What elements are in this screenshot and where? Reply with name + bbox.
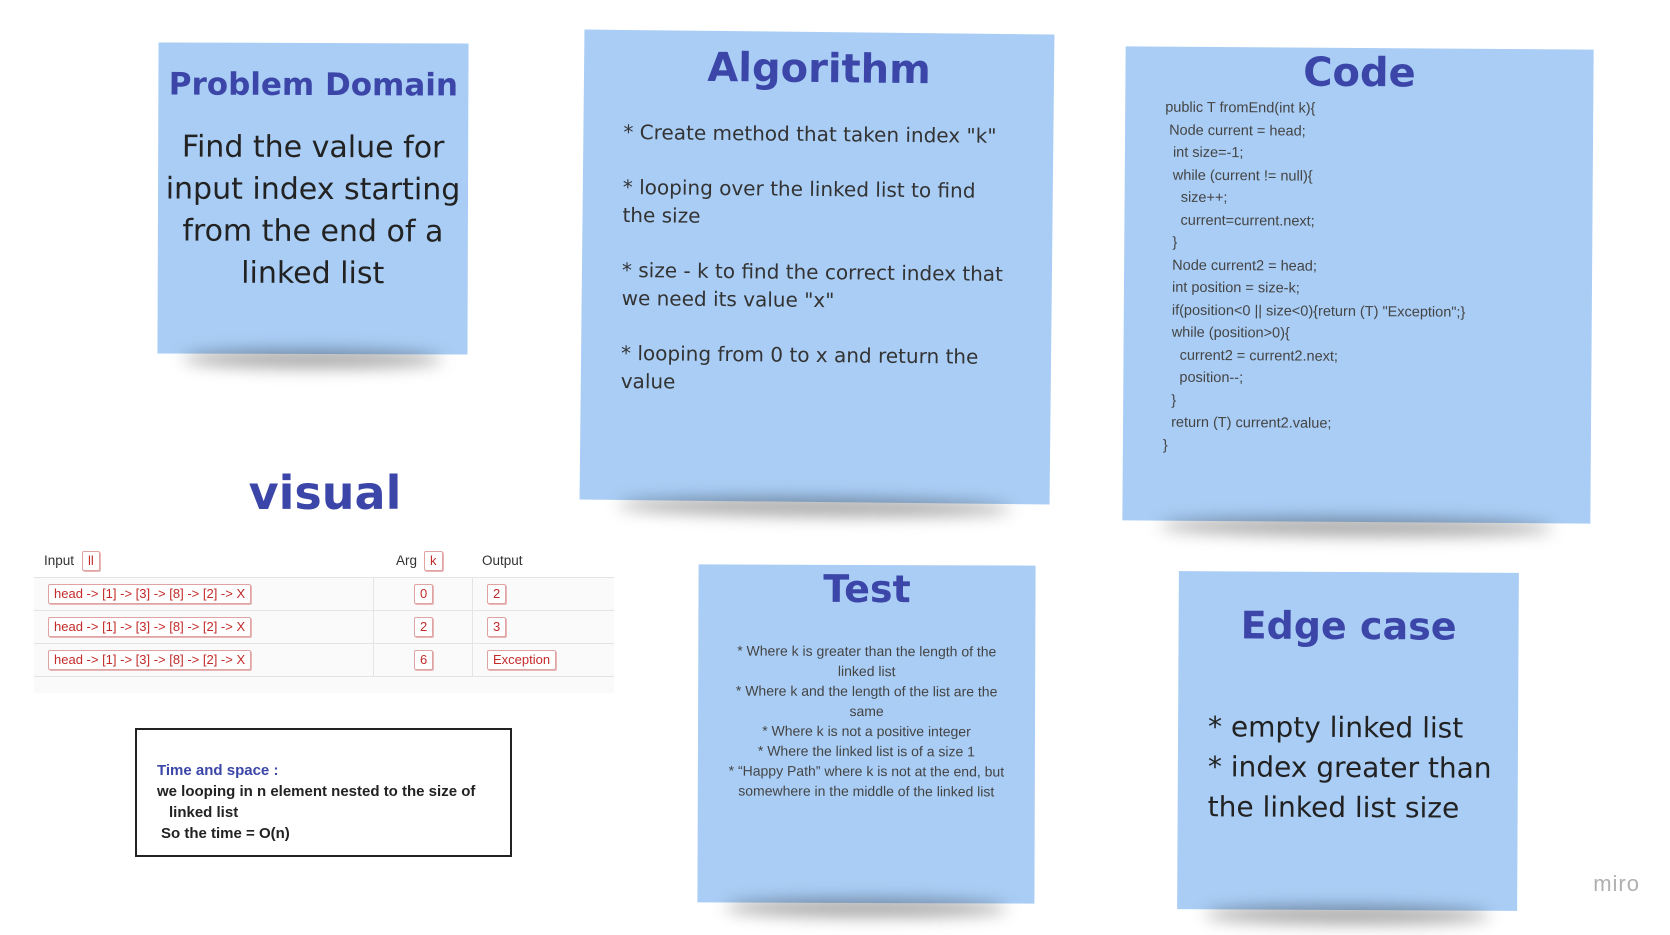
sticky-note-code[interactable]: Code public T fromEnd(int k){ Node curre… — [1122, 46, 1594, 524]
sticky-note-edge-case[interactable]: Edge case * empty linked list * index gr… — [1177, 571, 1519, 911]
row-input: head -> [1] -> [3] -> [8] -> [2] -> X — [48, 584, 252, 604]
row-arg: 2 — [414, 617, 434, 637]
problem-title: Problem Domain — [168, 66, 459, 104]
row-output: Exception — [487, 650, 557, 670]
algorithm-step: * size - k to find the correct index tha… — [621, 257, 1004, 313]
algorithm-title: Algorithm — [707, 44, 932, 94]
edge-item: * index greater than the linked list siz… — [1207, 750, 1492, 825]
visual-table[interactable]: Input ll Arg k Output head -> [1] -> [3]… — [34, 545, 614, 693]
row-arg: 0 — [414, 584, 434, 604]
header-input-label: Input — [44, 553, 75, 568]
row-output: 2 — [487, 584, 507, 604]
visual-title[interactable]: visual — [200, 466, 450, 520]
table-row[interactable]: head -> [1] -> [3] -> [8] -> [2] -> X 0 … — [34, 578, 614, 611]
test-case: * Where k is greater than the length of … — [737, 642, 997, 680]
row-arg: 6 — [414, 650, 434, 670]
test-case: * Where k and the length of the list are… — [735, 682, 998, 720]
algorithm-step: * looping over the linked list to find t… — [622, 174, 976, 228]
row-input: head -> [1] -> [3] -> [8] -> [2] -> X — [48, 617, 252, 637]
sticky-note-problem-domain[interactable]: Problem Domain Find the value for input … — [157, 42, 469, 355]
header-input-tag: ll — [82, 551, 100, 571]
header-output-label: Output — [482, 553, 523, 568]
time-space-title: Time and space : — [157, 762, 279, 779]
row-input: head -> [1] -> [3] -> [8] -> [2] -> X — [48, 650, 252, 670]
test-case: * Where the linked list is of a size 1 — [757, 742, 976, 760]
time-space-box[interactable]: Time and space : we looping in n element… — [135, 728, 512, 857]
table-row[interactable]: head -> [1] -> [3] -> [8] -> [2] -> X 6 … — [34, 644, 614, 677]
row-output: 3 — [487, 617, 507, 637]
test-case: * Where k is not a positive integer — [762, 722, 971, 740]
time-space-line: linked list — [169, 804, 239, 821]
edge-item: * empty linked list — [1207, 710, 1464, 745]
test-title: Test — [823, 566, 911, 612]
time-space-line: So the time = O(n) — [161, 825, 290, 842]
edge-title: Edge case — [1240, 603, 1457, 649]
test-cases: * Where k is greater than the length of … — [728, 641, 1006, 802]
sticky-note-test[interactable]: Test * Where k is greater than the lengt… — [697, 564, 1036, 904]
header-arg-label: Arg — [396, 553, 418, 568]
sticky-note-algorithm[interactable]: Algorithm * Create method that taken ind… — [579, 29, 1055, 505]
table-row[interactable]: head -> [1] -> [3] -> [8] -> [2] -> X 2 … — [34, 611, 614, 644]
header-arg-tag: k — [424, 551, 443, 571]
code-title: Code — [1303, 49, 1416, 97]
algorithm-step: * looping from 0 to x and return the val… — [620, 340, 979, 394]
edge-items: * empty linked list * index greater than… — [1208, 707, 1499, 829]
algorithm-step: * Create method that taken index "k" — [623, 119, 997, 148]
algorithm-steps: * Create method that taken index "k" * l… — [621, 118, 1010, 399]
code-block: public T fromEnd(int k){ Node current = … — [1162, 99, 1466, 454]
problem-body: Find the value for input index starting … — [165, 129, 461, 292]
miro-logo: miro — [1593, 871, 1640, 896]
time-space-line: we looping in n element nested to the si… — [157, 783, 476, 800]
table-header: Input ll Arg k Output — [34, 545, 614, 578]
test-case: * “Happy Path” where k is not at the end… — [728, 762, 1005, 800]
